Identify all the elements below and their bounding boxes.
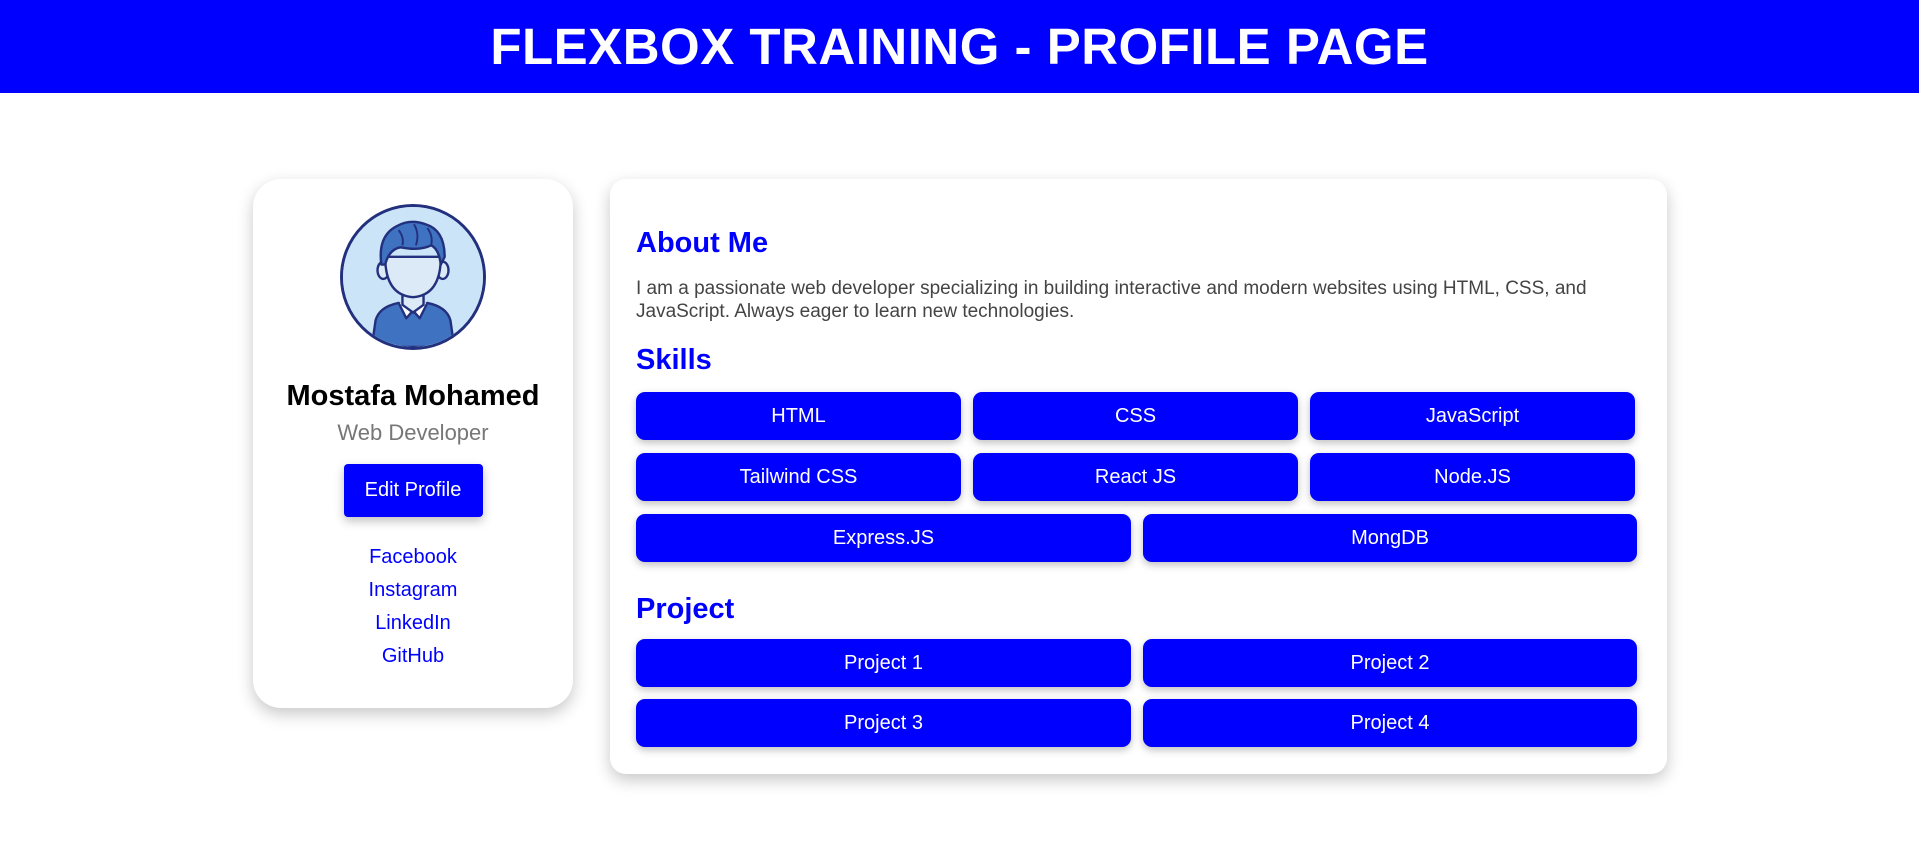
edit-profile-button[interactable]: Edit Profile: [343, 464, 483, 517]
projects-title: Project: [636, 593, 735, 625]
instagram-link[interactable]: Instagram: [369, 579, 458, 602]
profile-name: Mostafa Mohamed: [286, 380, 540, 412]
profile-role: Web Developer: [337, 420, 489, 445]
skill-expressjs[interactable]: Express.JS: [636, 514, 1131, 562]
github-link[interactable]: GitHub: [382, 645, 444, 668]
skills-title: Skills: [636, 344, 712, 376]
skill-mongodb[interactable]: MongDB: [1143, 514, 1637, 562]
profile-card: Mostafa Mohamed Web Developer Edit Profi…: [253, 179, 573, 708]
skill-javascript[interactable]: JavaScript: [1310, 392, 1635, 440]
project-2[interactable]: Project 2: [1143, 639, 1637, 687]
project-1[interactable]: Project 1: [636, 639, 1131, 687]
user-avatar-icon: [340, 204, 486, 350]
about-text: I am a passionate web developer speciali…: [636, 278, 1587, 322]
skill-css[interactable]: CSS: [973, 392, 1298, 440]
social-links: Facebook Instagram LinkedIn GitHub: [369, 546, 458, 668]
main-panel: About Me I am a passionate web developer…: [610, 179, 1667, 774]
skill-react[interactable]: React JS: [973, 453, 1298, 501]
content-area: Mostafa Mohamed Web Developer Edit Profi…: [0, 93, 1919, 861]
page-title: FLEXBOX TRAINING - PROFILE PAGE: [490, 18, 1429, 75]
facebook-link[interactable]: Facebook: [369, 546, 457, 569]
page-header: FLEXBOX TRAINING - PROFILE PAGE: [0, 0, 1919, 93]
skill-tailwind[interactable]: Tailwind CSS: [636, 453, 961, 501]
skill-nodejs[interactable]: Node.JS: [1310, 453, 1635, 501]
skill-html[interactable]: HTML: [636, 392, 961, 440]
project-4[interactable]: Project 4: [1143, 699, 1637, 747]
about-title: About Me: [636, 227, 769, 259]
linkedin-link[interactable]: LinkedIn: [375, 612, 451, 635]
project-3[interactable]: Project 3: [636, 699, 1131, 747]
